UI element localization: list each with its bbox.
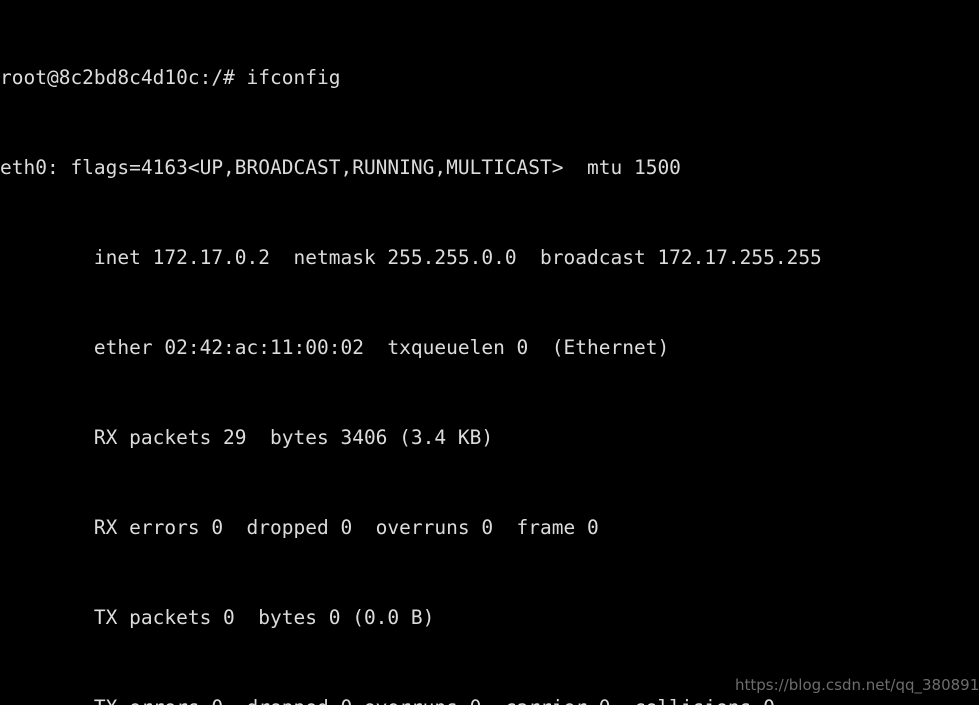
terminal-line-eth0-flags: eth0: flags=4163<UP,BROADCAST,RUNNING,MU…	[0, 156, 681, 179]
terminal-line-eth0-rx-packets: RX packets 29 bytes 3406 (3.4 KB)	[0, 426, 494, 449]
terminal-line-eth0-tx-errors: TX errors 0 dropped 0 overruns 0 carrier…	[0, 693, 822, 705]
terminal-line-prompt: root@8c2bd8c4d10c:/# ifconfig	[0, 66, 341, 89]
terminal-line-eth0-tx-packets: TX packets 0 bytes 0 (0.0 B)	[0, 606, 435, 629]
terminal-window[interactable]: root@8c2bd8c4d10c:/# ifconfig eth0: flag…	[0, 0, 979, 705]
terminal-output: root@8c2bd8c4d10c:/# ifconfig eth0: flag…	[0, 3, 822, 705]
terminal-line-eth0-ether: ether 02:42:ac:11:00:02 txqueuelen 0 (Et…	[0, 336, 670, 359]
terminal-line-eth0-rx-errors: RX errors 0 dropped 0 overruns 0 frame 0	[0, 516, 599, 539]
terminal-line-eth0-inet: inet 172.17.0.2 netmask 255.255.0.0 broa…	[0, 246, 822, 269]
